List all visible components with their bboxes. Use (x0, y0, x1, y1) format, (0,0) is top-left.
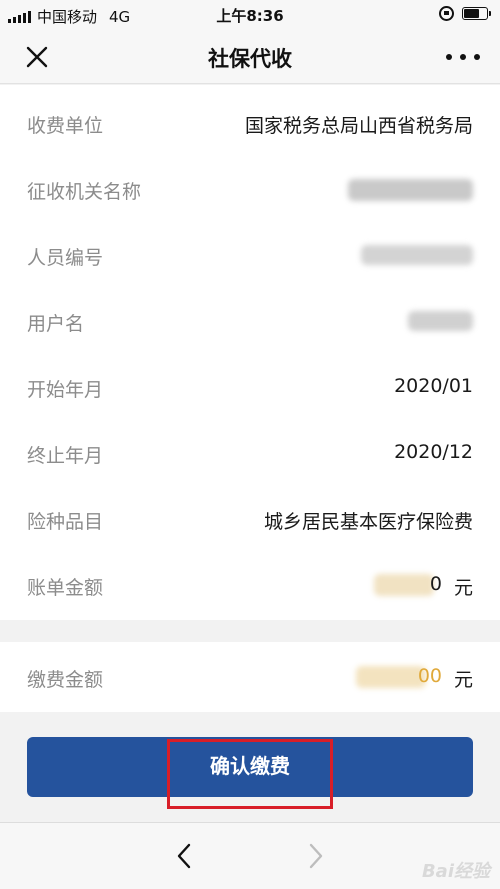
bottom-nav-bar: Bai经验 (0, 822, 500, 889)
detail-label: 收费单位 (27, 115, 104, 137)
detail-label: 开始年月 (27, 379, 104, 401)
detail-label: 征收机关名称 (27, 181, 142, 203)
detail-value: 城乡居民基本医疗保险费 (263, 511, 473, 533)
detail-row-end-month: 终止年月 2020/12 (0, 433, 500, 473)
detail-label: 账单金额 (27, 577, 104, 599)
redacted-value (348, 179, 473, 201)
payment-unit: 元 (453, 669, 473, 691)
detail-label: 用户名 (27, 313, 85, 335)
more-icon[interactable] (446, 42, 480, 72)
detail-label: 终止年月 (27, 445, 104, 467)
redacted-value (374, 574, 434, 596)
detail-value: 2020/12 (394, 441, 473, 463)
detail-row-fee-unit: 收费单位 国家税务总局山西省税务局 (0, 103, 500, 143)
forward-arrow-icon (304, 841, 328, 871)
status-bar: 中国移动 4G 上午8:36 (0, 0, 500, 30)
payment-amount-tail: 00 (417, 665, 442, 687)
nav-bar: 社保代收 (0, 30, 500, 84)
redacted-value (408, 311, 473, 331)
back-arrow-icon[interactable] (172, 841, 196, 871)
redacted-value (361, 245, 473, 265)
detail-value: 2020/01 (394, 375, 473, 397)
watermark: Bai经验 (421, 861, 490, 882)
payment-label: 缴费金额 (27, 669, 104, 691)
detail-row-person-id: 人员编号 (0, 235, 500, 275)
status-right (439, 6, 491, 21)
detail-value: 国家税务总局山西省税务局 (244, 115, 473, 137)
detail-row-username: 用户名 (0, 301, 500, 341)
payment-row: 缴费金额 00 元 (0, 657, 500, 697)
detail-row-insurance-type: 险种品目 城乡居民基本医疗保险费 (0, 499, 500, 539)
status-time: 上午8:36 (216, 7, 284, 25)
details-card: 收费单位 国家税务总局山西省税务局 征收机关名称 人员编号 用户名 开始年月 2… (0, 85, 500, 620)
payment-card: 缴费金额 00 元 (0, 642, 500, 712)
confirm-payment-button[interactable]: 确认缴费 (27, 737, 473, 797)
detail-label: 人员编号 (27, 247, 104, 269)
battery-icon (462, 7, 491, 20)
page-title: 社保代收 (208, 47, 292, 71)
redacted-value (356, 666, 426, 688)
bill-amount-unit: 元 (453, 577, 473, 599)
detail-label: 险种品目 (27, 511, 104, 533)
detail-row-authority: 征收机关名称 (0, 169, 500, 209)
bill-amount-tail: 0 (429, 573, 442, 595)
detail-row-start-month: 开始年月 2020/01 (0, 367, 500, 407)
rotation-lock-icon (439, 6, 454, 21)
detail-row-bill-amount: 账单金额 0 元 (0, 565, 500, 605)
